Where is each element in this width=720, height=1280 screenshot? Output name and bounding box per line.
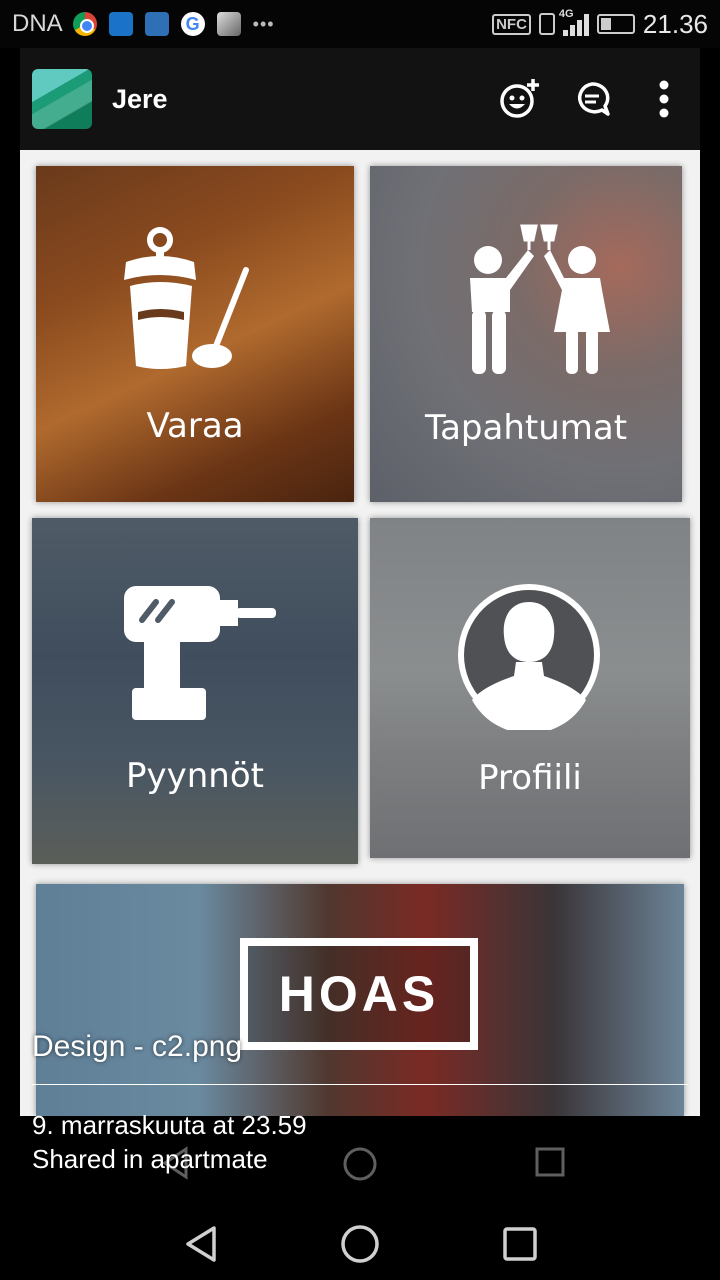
recents-icon — [535, 1147, 565, 1177]
more-options-icon[interactable] — [628, 63, 700, 135]
recents-icon — [503, 1227, 537, 1261]
nfc-icon: NFC — [492, 13, 531, 35]
sauna-bucket-icon — [124, 227, 249, 369]
app-bar: Jere — [20, 48, 700, 150]
app-logo — [32, 69, 92, 129]
back-button[interactable] — [180, 1224, 220, 1264]
app-icon — [144, 12, 169, 36]
status-bar: DNA G ••• NFC 4G 21.36 — [0, 0, 720, 48]
vibrate-icon — [538, 13, 555, 35]
caption-divider — [32, 1084, 688, 1085]
chrome-icon — [72, 12, 97, 36]
shared-date: 9. marraskuuta at 23.59 — [32, 1110, 307, 1140]
photo-icon — [216, 12, 241, 36]
comment-icon[interactable] — [556, 63, 628, 135]
caption-meta: 9. marraskuuta at 23.59 Shared in apartm… — [32, 1108, 307, 1176]
tile-varaa[interactable]: Varaa — [36, 166, 354, 502]
tile-label-tapahtumat: Tapahtumat — [424, 408, 628, 448]
file-name: Design - c2.png — [32, 1030, 243, 1063]
add-emoji-icon[interactable] — [484, 63, 556, 135]
tile-label-pyynnot: Pyynnöt — [126, 756, 264, 796]
tile-label-varaa: Varaa — [146, 406, 244, 446]
tile-tapahtumat[interactable]: Tapahtumat — [370, 166, 682, 502]
system-nav-bar — [0, 1206, 720, 1280]
app-title: Jere — [112, 83, 168, 114]
tile-label-profiili: Profiili — [478, 758, 582, 798]
network-type: 4G — [558, 8, 574, 20]
clock: 21.36 — [642, 8, 708, 39]
battery-icon — [596, 14, 635, 34]
google-icon: G — [180, 12, 205, 36]
shared-in: Shared in apartmate — [32, 1144, 268, 1174]
more-notifications-icon: ••• — [252, 13, 275, 34]
people-toast-icon — [470, 224, 610, 374]
home-icon — [343, 1147, 377, 1181]
carrier-label: DNA — [12, 10, 63, 37]
signal-icon: 4G — [559, 8, 589, 36]
image-caption: Design - c2.png — [32, 1030, 688, 1085]
home-button[interactable] — [340, 1224, 380, 1264]
profile-icon — [458, 584, 600, 730]
fb-icon — [108, 12, 133, 36]
tile-hoas[interactable]: HOAS — [36, 884, 684, 1116]
back-icon — [186, 1226, 216, 1262]
recents-button[interactable] — [500, 1224, 540, 1264]
drill-icon — [124, 586, 276, 720]
tile-grid: Varaa Tapahtumat Pyynnöt Profiili HOAS — [20, 150, 700, 1116]
tile-profiili[interactable]: Profiili — [370, 518, 690, 858]
tile-pyynnot[interactable]: Pyynnöt — [32, 518, 358, 864]
home-icon — [341, 1225, 379, 1263]
screenshot-card[interactable]: Jere Varaa Tapahtumat Pyynnöt Profiili H… — [20, 48, 700, 1116]
